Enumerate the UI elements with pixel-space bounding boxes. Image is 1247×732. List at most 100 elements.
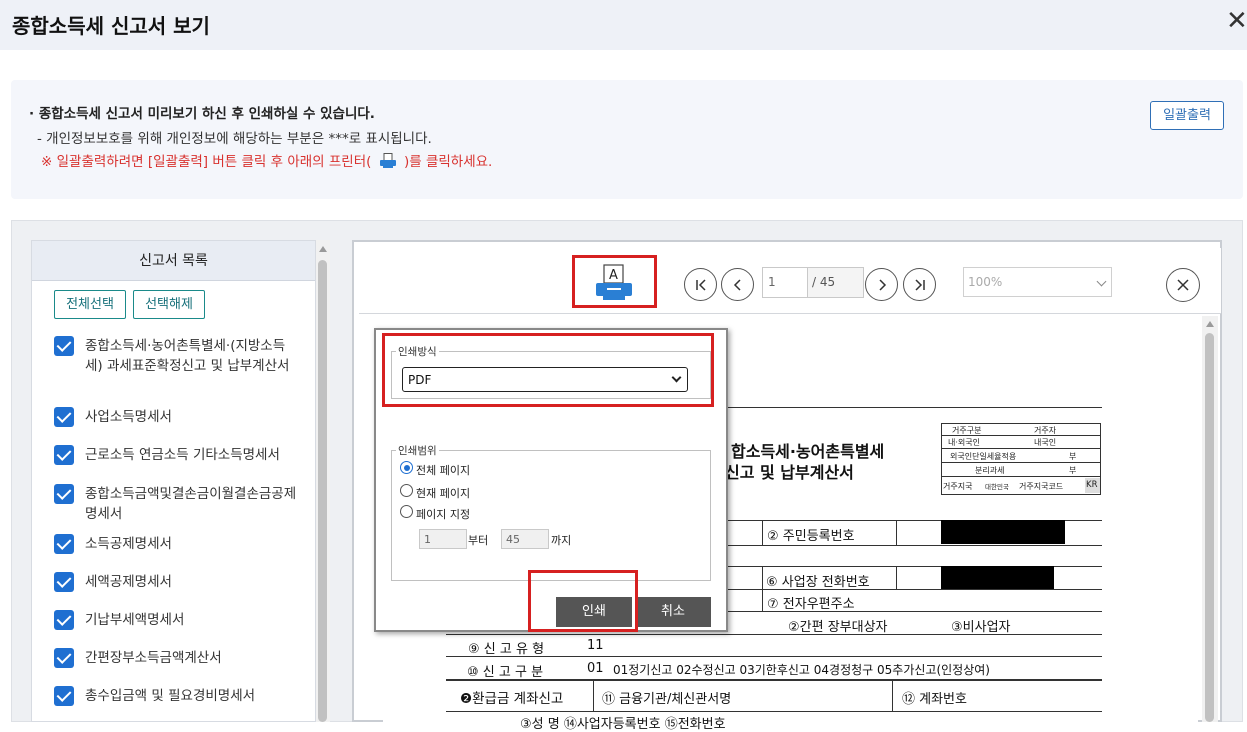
- window-titlebar: 종합소득세 신고서 보기 ✕: [0, 0, 1247, 50]
- batch-print-button[interactable]: 일괄출력: [1150, 101, 1224, 130]
- checkbox[interactable]: [54, 534, 74, 554]
- res-value: 부: [1069, 452, 1077, 461]
- doc-rule: [892, 681, 893, 711]
- form-list-item-label: 종합소득금액및결손금이월결손금공제명세서: [85, 486, 297, 522]
- highlight-print-confirm: [528, 570, 638, 632]
- res-value: KR: [1085, 478, 1100, 493]
- checkbox[interactable]: [54, 686, 74, 706]
- res-value: 내국인: [1034, 438, 1057, 447]
- non-business-label: ③비사업자: [951, 620, 1011, 635]
- res-label: 분리과세: [975, 466, 1005, 475]
- radio-current-page-label: 현재 페이지: [416, 487, 471, 500]
- close-viewer-button[interactable]: [1166, 268, 1200, 302]
- form-list-header: 신고서 목록: [32, 241, 315, 281]
- page-number-input[interactable]: 1: [762, 267, 808, 298]
- prev-page-button[interactable]: [721, 268, 754, 301]
- res-value: 대한민국: [985, 483, 1009, 491]
- checkbox[interactable]: [54, 610, 74, 630]
- form-list-item-label: 소득공제명세서: [85, 536, 172, 552]
- page-from-input[interactable]: 1: [419, 529, 467, 549]
- page-from-suffix: 부터: [468, 534, 489, 547]
- deselect-all-button[interactable]: 선택해제: [133, 290, 205, 319]
- checkbox[interactable]: [54, 572, 74, 592]
- doc-rule: [896, 566, 897, 589]
- first-page-icon: [696, 279, 706, 291]
- res-value: 거주자: [1034, 426, 1057, 435]
- checkbox[interactable]: [54, 407, 74, 427]
- checkbox[interactable]: [54, 336, 74, 356]
- page-to-suffix: 까지: [551, 534, 572, 547]
- close-icon[interactable]: ✕: [1226, 6, 1247, 36]
- first-page-button[interactable]: [684, 268, 717, 301]
- form-list-item[interactable]: 종합소득세·농어촌특별세·(지방소득세) 과세표준확정신고 및 납부계산서: [54, 336, 294, 398]
- total-pages: / 45: [808, 267, 864, 298]
- scroll-up-arrow-icon[interactable]: [1206, 321, 1214, 327]
- highlight-print-method: [382, 333, 714, 407]
- checkbox[interactable]: [54, 648, 74, 668]
- radio-current-page[interactable]: [400, 484, 413, 497]
- doc-rule: [593, 681, 594, 711]
- last-page-button[interactable]: [903, 268, 936, 301]
- window-title: 종합소득세 신고서 보기: [12, 14, 210, 38]
- form-list-item-label: 종합소득세·농어촌특별세·(지방소득세) 과세표준확정신고 및 납부계산서: [85, 338, 290, 374]
- form-list-item-label: 세액공제명세서: [85, 574, 172, 590]
- redacted-block: [941, 566, 1054, 589]
- chevron-down-icon: [1096, 276, 1107, 287]
- account-number-label: ⑫ 계좌번호: [902, 692, 967, 707]
- cancel-button[interactable]: 취소: [635, 597, 711, 627]
- notice-line-3-after: )를 클릭하세요.: [403, 154, 493, 170]
- zoom-value: 100%: [968, 275, 1003, 289]
- next-page-button[interactable]: [865, 268, 898, 301]
- viewer-scroll-thumb[interactable]: [1205, 333, 1214, 722]
- doc-rule: [727, 611, 1102, 612]
- res-value: 부: [1069, 466, 1077, 475]
- radio-page-range-label: 페이지 지정: [416, 508, 471, 521]
- res-label: 외국인단일세율적용: [950, 452, 1017, 461]
- form-list-item-label: 기납부세액명세서: [85, 612, 185, 628]
- radio-all-pages-label: 전체 페이지: [416, 464, 471, 477]
- doc-rule: [446, 634, 1102, 635]
- page-to-input[interactable]: 45: [501, 529, 549, 549]
- notice-line-3: ※ 일괄출력하려면 [일괄출력] 버튼 클릭 후 아래의 프린터( )를 클릭하…: [41, 150, 492, 170]
- form-list-item-label: 사업소득명세서: [85, 409, 172, 425]
- doc-title-line-2: 신고 및 납부계산서: [725, 463, 854, 482]
- form-list-item-label: 총수입금액 및 필요경비명세서: [85, 688, 256, 704]
- doc-rule: [727, 407, 1102, 408]
- res-label: 거주지국코드: [1019, 482, 1064, 491]
- redacted-block: [941, 520, 1065, 544]
- bank-label: ⑪ 금융기관/체신관서명: [602, 692, 732, 707]
- form-list-item[interactable]: 종합소득금액및결손금이월결손금공제명세서: [54, 484, 296, 524]
- doc-rule: [896, 520, 897, 545]
- chevron-right-icon: [879, 279, 887, 291]
- notice-line-3-before: ※ 일괄출력하려면 [일괄출력] 버튼 클릭 후 아래의 프린터(: [41, 154, 372, 170]
- form-list-item-label: 근로소득 연금소득 기타소득명세서: [85, 447, 280, 463]
- res-label: 거주구분: [952, 426, 982, 435]
- doc-rule: [727, 545, 1102, 546]
- checkbox[interactable]: [54, 445, 74, 465]
- simple-book-label: ②간편 장부대상자: [788, 620, 888, 635]
- bottom-row-labels: ③성 명 ⑭사업자등록번호 ⑮전화번호: [520, 717, 726, 732]
- highlight-print-button: [572, 255, 657, 308]
- checkbox[interactable]: [54, 484, 74, 504]
- doc-rule: [762, 520, 763, 545]
- print-range-legend: 인쇄범위: [396, 443, 439, 458]
- filing-class-code: 01: [587, 661, 604, 676]
- filing-type-label: ⑨ 신 고 유 형: [468, 642, 545, 657]
- doc-rule: [446, 679, 1102, 681]
- scroll-up-arrow-icon[interactable]: [319, 246, 327, 252]
- last-page-icon: [915, 279, 925, 291]
- business-phone-label: ⑥ 사업장 전화번호: [766, 575, 870, 590]
- resident-id-label: ② 주민등록번호: [767, 529, 855, 544]
- res-label: 거주지국: [943, 482, 973, 491]
- zoom-select[interactable]: 100%: [963, 267, 1112, 297]
- form-list-sidebar: 신고서 목록 전체선택 선택해제 종합소득세·농어촌특별세·(지방소득세) 과세…: [31, 240, 316, 722]
- sidebar-scroll-thumb[interactable]: [318, 260, 327, 722]
- notice-line-2: - 개인정보보호를 위해 개인정보에 해당하는 부분은 ***로 표시됩니다.: [37, 131, 432, 147]
- residency-table: 거주구분 거주자 내·외국인 내국인 외국인단일세율적용 부 분리과세 부 거주…: [941, 423, 1101, 495]
- form-list-item-label: 간편장부소득금액계산서: [85, 650, 222, 666]
- radio-page-range[interactable]: [400, 505, 413, 518]
- radio-all-pages[interactable]: [400, 461, 413, 474]
- filing-type-code: 11: [587, 638, 604, 653]
- doc-rule: [762, 566, 763, 611]
- select-all-button[interactable]: 전체선택: [54, 290, 126, 319]
